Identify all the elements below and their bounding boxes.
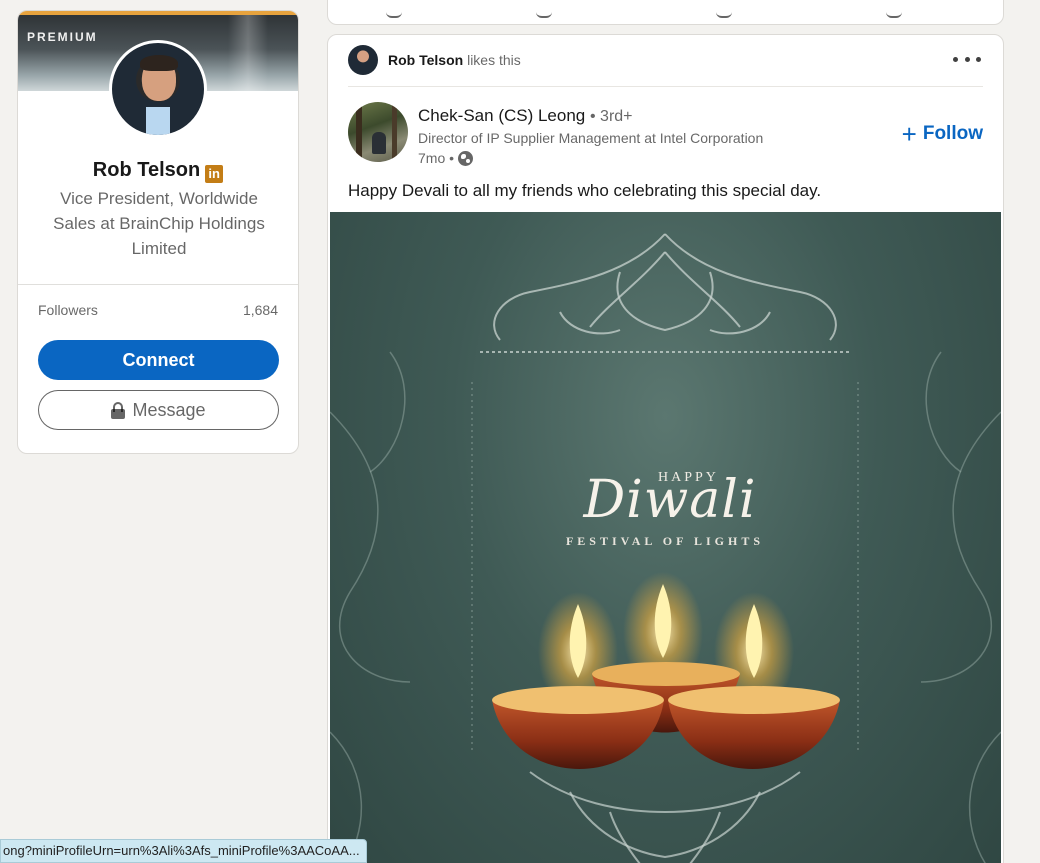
profile-avatar[interactable]	[109, 40, 207, 138]
globe-icon	[458, 150, 474, 166]
divider	[348, 86, 983, 87]
social-name[interactable]: Rob Telson	[388, 52, 463, 68]
linkedin-icon: in	[205, 165, 224, 183]
status-bar-url: ong?miniProfileUrn=urn%3Ali%3Afs_miniPro…	[0, 839, 367, 863]
reaction-icon[interactable]	[386, 12, 402, 18]
social-context: Rob Telson likes this	[388, 52, 521, 68]
image-text-subtitle: FESTIVAL OF LIGHTS	[565, 534, 765, 548]
divider	[18, 284, 298, 285]
lock-icon	[111, 402, 126, 419]
author-name[interactable]: Chek-San (CS) Leong • 3rd+	[418, 106, 633, 126]
send-icon[interactable]	[886, 12, 902, 18]
more-icon[interactable]	[953, 49, 981, 69]
premium-label: PREMIUM	[27, 30, 98, 44]
follow-label: Follow	[922, 123, 983, 144]
author-headline: Director of IP Supplier Management at In…	[418, 130, 764, 146]
plus-icon: +	[901, 119, 917, 149]
feed-post: Rob Telson likes this Chek-San (CS) Leon…	[327, 34, 1004, 863]
social-action: likes this	[467, 52, 521, 68]
connect-button[interactable]: Connect	[38, 340, 279, 380]
follow-button[interactable]: + Follow	[901, 119, 983, 149]
message-label: Message	[132, 399, 206, 420]
social-avatar[interactable]	[348, 45, 378, 75]
followers-count: 1,684	[242, 302, 278, 318]
followers-label: Followers	[38, 302, 98, 318]
profile-name[interactable]: Rob Telson in	[18, 159, 298, 183]
post-age: 7mo •	[418, 150, 455, 166]
author-avatar[interactable]	[348, 102, 408, 162]
comment-icon[interactable]	[536, 12, 552, 18]
repost-icon[interactable]	[716, 12, 732, 18]
profile-headline: Vice President, Worldwide Sales at Brain…	[53, 189, 265, 258]
post-text: Happy Devali to all my friends who celeb…	[348, 181, 822, 200]
previous-post-card	[327, 0, 1004, 25]
post-meta: 7mo •	[418, 150, 474, 166]
message-button[interactable]: Message	[38, 390, 279, 430]
post-image[interactable]: HAPPY Diwali FESTIVAL OF LIGHTS	[330, 212, 1001, 863]
profile-card: PREMIUM Rob Telson in Vice President, Wor…	[17, 10, 299, 454]
connection-degree: • 3rd+	[590, 108, 633, 125]
image-text-diwali: Diwali	[583, 470, 757, 530]
